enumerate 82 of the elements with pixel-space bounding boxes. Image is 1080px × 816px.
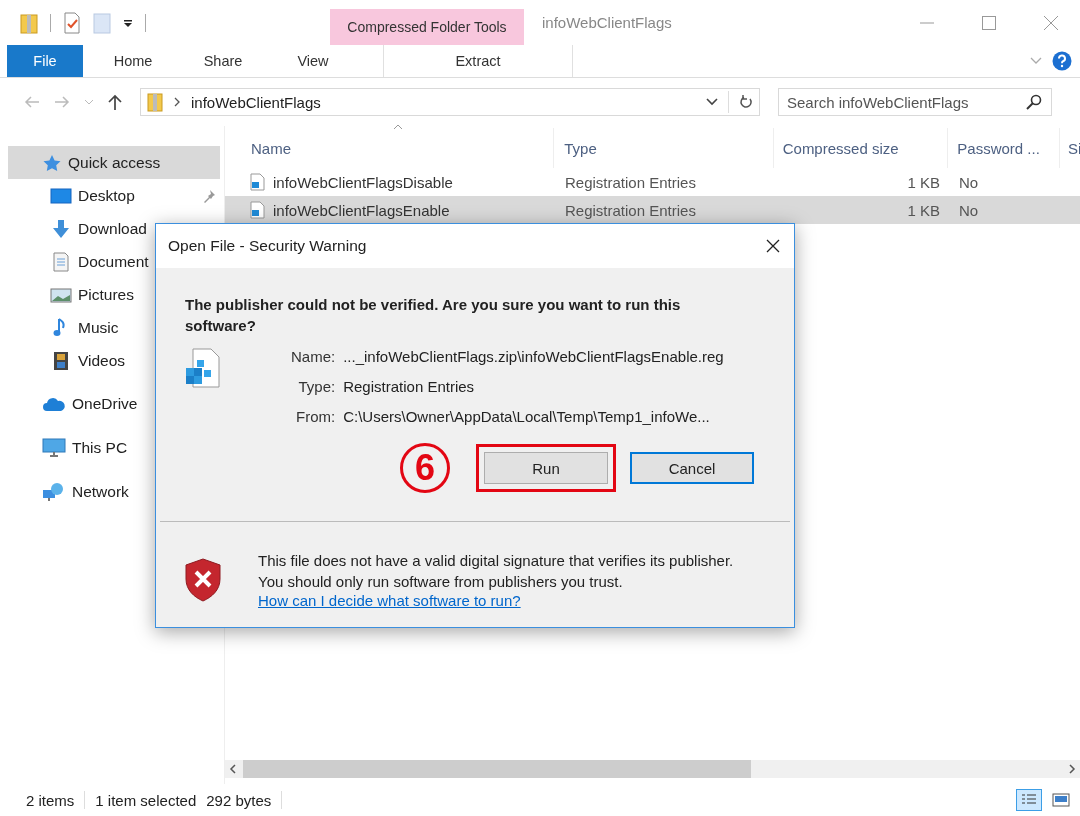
column-header[interactable]: Name [249, 128, 555, 168]
file-name: infoWebClientFlagsDisable [273, 173, 453, 191]
ribbon-tab[interactable]: File [7, 45, 83, 77]
pin-icon[interactable] [202, 188, 216, 203]
column-header[interactable]: Type [554, 128, 774, 168]
warning-text: This file does not have a valid digital signature that verifies its publisher. You should only run software from publishers you trust. [258, 551, 735, 592]
registry-file-icon [185, 348, 221, 390]
field-value: ..._infoWebClientFlags.zip\infoWebClientFlagsEnable.reg [343, 348, 724, 365]
details-view-icon[interactable] [1016, 789, 1042, 811]
window-title: infoWebClientFlags [542, 14, 673, 31]
field-label: From: [295, 408, 336, 425]
zip-folder-icon[interactable] [20, 11, 38, 34]
scroll-left-icon[interactable] [229, 764, 237, 774]
table-cell-text: 1 KB [906, 173, 941, 191]
document-icon [50, 251, 72, 272]
picture-icon [50, 285, 72, 304]
registry-file-icon [249, 201, 265, 219]
network-icon [42, 482, 66, 502]
column-header[interactable]: Password ... [948, 128, 1060, 168]
field-value: C:\Users\Owner\AppData\Local\Temp\Temp1_infoWe... [343, 408, 711, 425]
dialog-title: Open File - Security Warning [168, 237, 367, 255]
help-link[interactable]: How can I decide what software to run? [258, 592, 521, 609]
large-icons-view-icon[interactable] [1052, 792, 1070, 808]
ribbon-tab[interactable]: Share [183, 45, 263, 77]
download-icon [50, 218, 72, 239]
refresh-icon[interactable] [739, 95, 753, 109]
selection-info: 1 item selected [95, 791, 197, 809]
ribbon-tab[interactable]: Extract [383, 45, 573, 77]
column-header[interactable]: Si [1060, 128, 1080, 168]
registry-file-icon [249, 173, 265, 191]
recent-icon[interactable] [84, 98, 94, 106]
help-icon[interactable] [1052, 51, 1072, 71]
close-icon[interactable] [766, 239, 780, 253]
file-row[interactable]: infoWebClientFlagsDisable Registration Entries 1 KB No [225, 168, 1080, 196]
forward-icon[interactable] [54, 95, 70, 109]
field-value: Registration Entries [343, 378, 476, 395]
scrollbar-thumb[interactable] [243, 760, 751, 778]
contextual-tab-group: Compressed Folder Tools [330, 9, 524, 45]
dialog-button[interactable]: Run [484, 452, 608, 484]
new-folder-icon[interactable] [93, 11, 111, 34]
computer-icon [42, 438, 66, 458]
desktop-icon [50, 186, 72, 205]
zip-folder-icon [147, 92, 163, 112]
table-cell-text: No [958, 173, 980, 191]
properties-icon[interactable] [63, 11, 81, 34]
address-path: infoWebClientFlags [191, 93, 321, 111]
sidebar-item[interactable]: OneDrive [0, 387, 224, 421]
selection-size: 292 bytes [206, 791, 272, 809]
table-cell-text: No [958, 201, 980, 219]
star-icon [42, 153, 62, 172]
field-label: Type: [297, 378, 336, 395]
back-icon[interactable] [24, 95, 40, 109]
scroll-right-icon[interactable] [1068, 764, 1076, 774]
sidebar-item[interactable]: Network [0, 475, 224, 509]
up-icon[interactable] [108, 94, 122, 110]
ribbon-tab[interactable]: Home [93, 45, 173, 77]
file-name: infoWebClientFlagsEnable [273, 201, 450, 219]
sidebar-item[interactable]: Quick access [8, 146, 220, 179]
search-icon [1026, 94, 1042, 110]
search-field[interactable]: Search infoWebClientFlags [778, 88, 1052, 116]
table-cell-text: Registration Entries [564, 201, 697, 219]
maximize-icon[interactable] [982, 15, 996, 30]
table-cell-text: 1 KB [906, 201, 941, 219]
chevron-icon[interactable] [1030, 57, 1042, 65]
address-bar[interactable]: infoWebClientFlags [140, 88, 760, 116]
item-count: 2 items [26, 791, 75, 809]
sidebar-item[interactable]: Videos [0, 344, 224, 377]
step-number-callout: 6 [400, 443, 450, 493]
column-header[interactable]: Compressed size [773, 128, 949, 168]
field-label: Name: [291, 348, 336, 365]
cloud-icon [42, 396, 66, 412]
file-row[interactable]: infoWebClientFlagsEnable Registration Entries 1 KB No [225, 196, 1080, 224]
dropdown-icon[interactable] [706, 98, 718, 106]
horizontal-scrollbar[interactable] [225, 760, 1080, 778]
warning-question: The publisher could not be verified. Are you sure you want to run this software? [185, 295, 682, 336]
chevron-right-icon [173, 97, 181, 107]
shield-error-icon [184, 557, 222, 602]
table-cell-text: Registration Entries [564, 173, 697, 191]
sidebar-item[interactable]: Desktop [0, 179, 224, 212]
dialog-button[interactable]: Cancel [630, 452, 754, 484]
ribbon-tab[interactable]: View [273, 45, 353, 77]
sidebar-item[interactable]: This PC [0, 431, 224, 465]
